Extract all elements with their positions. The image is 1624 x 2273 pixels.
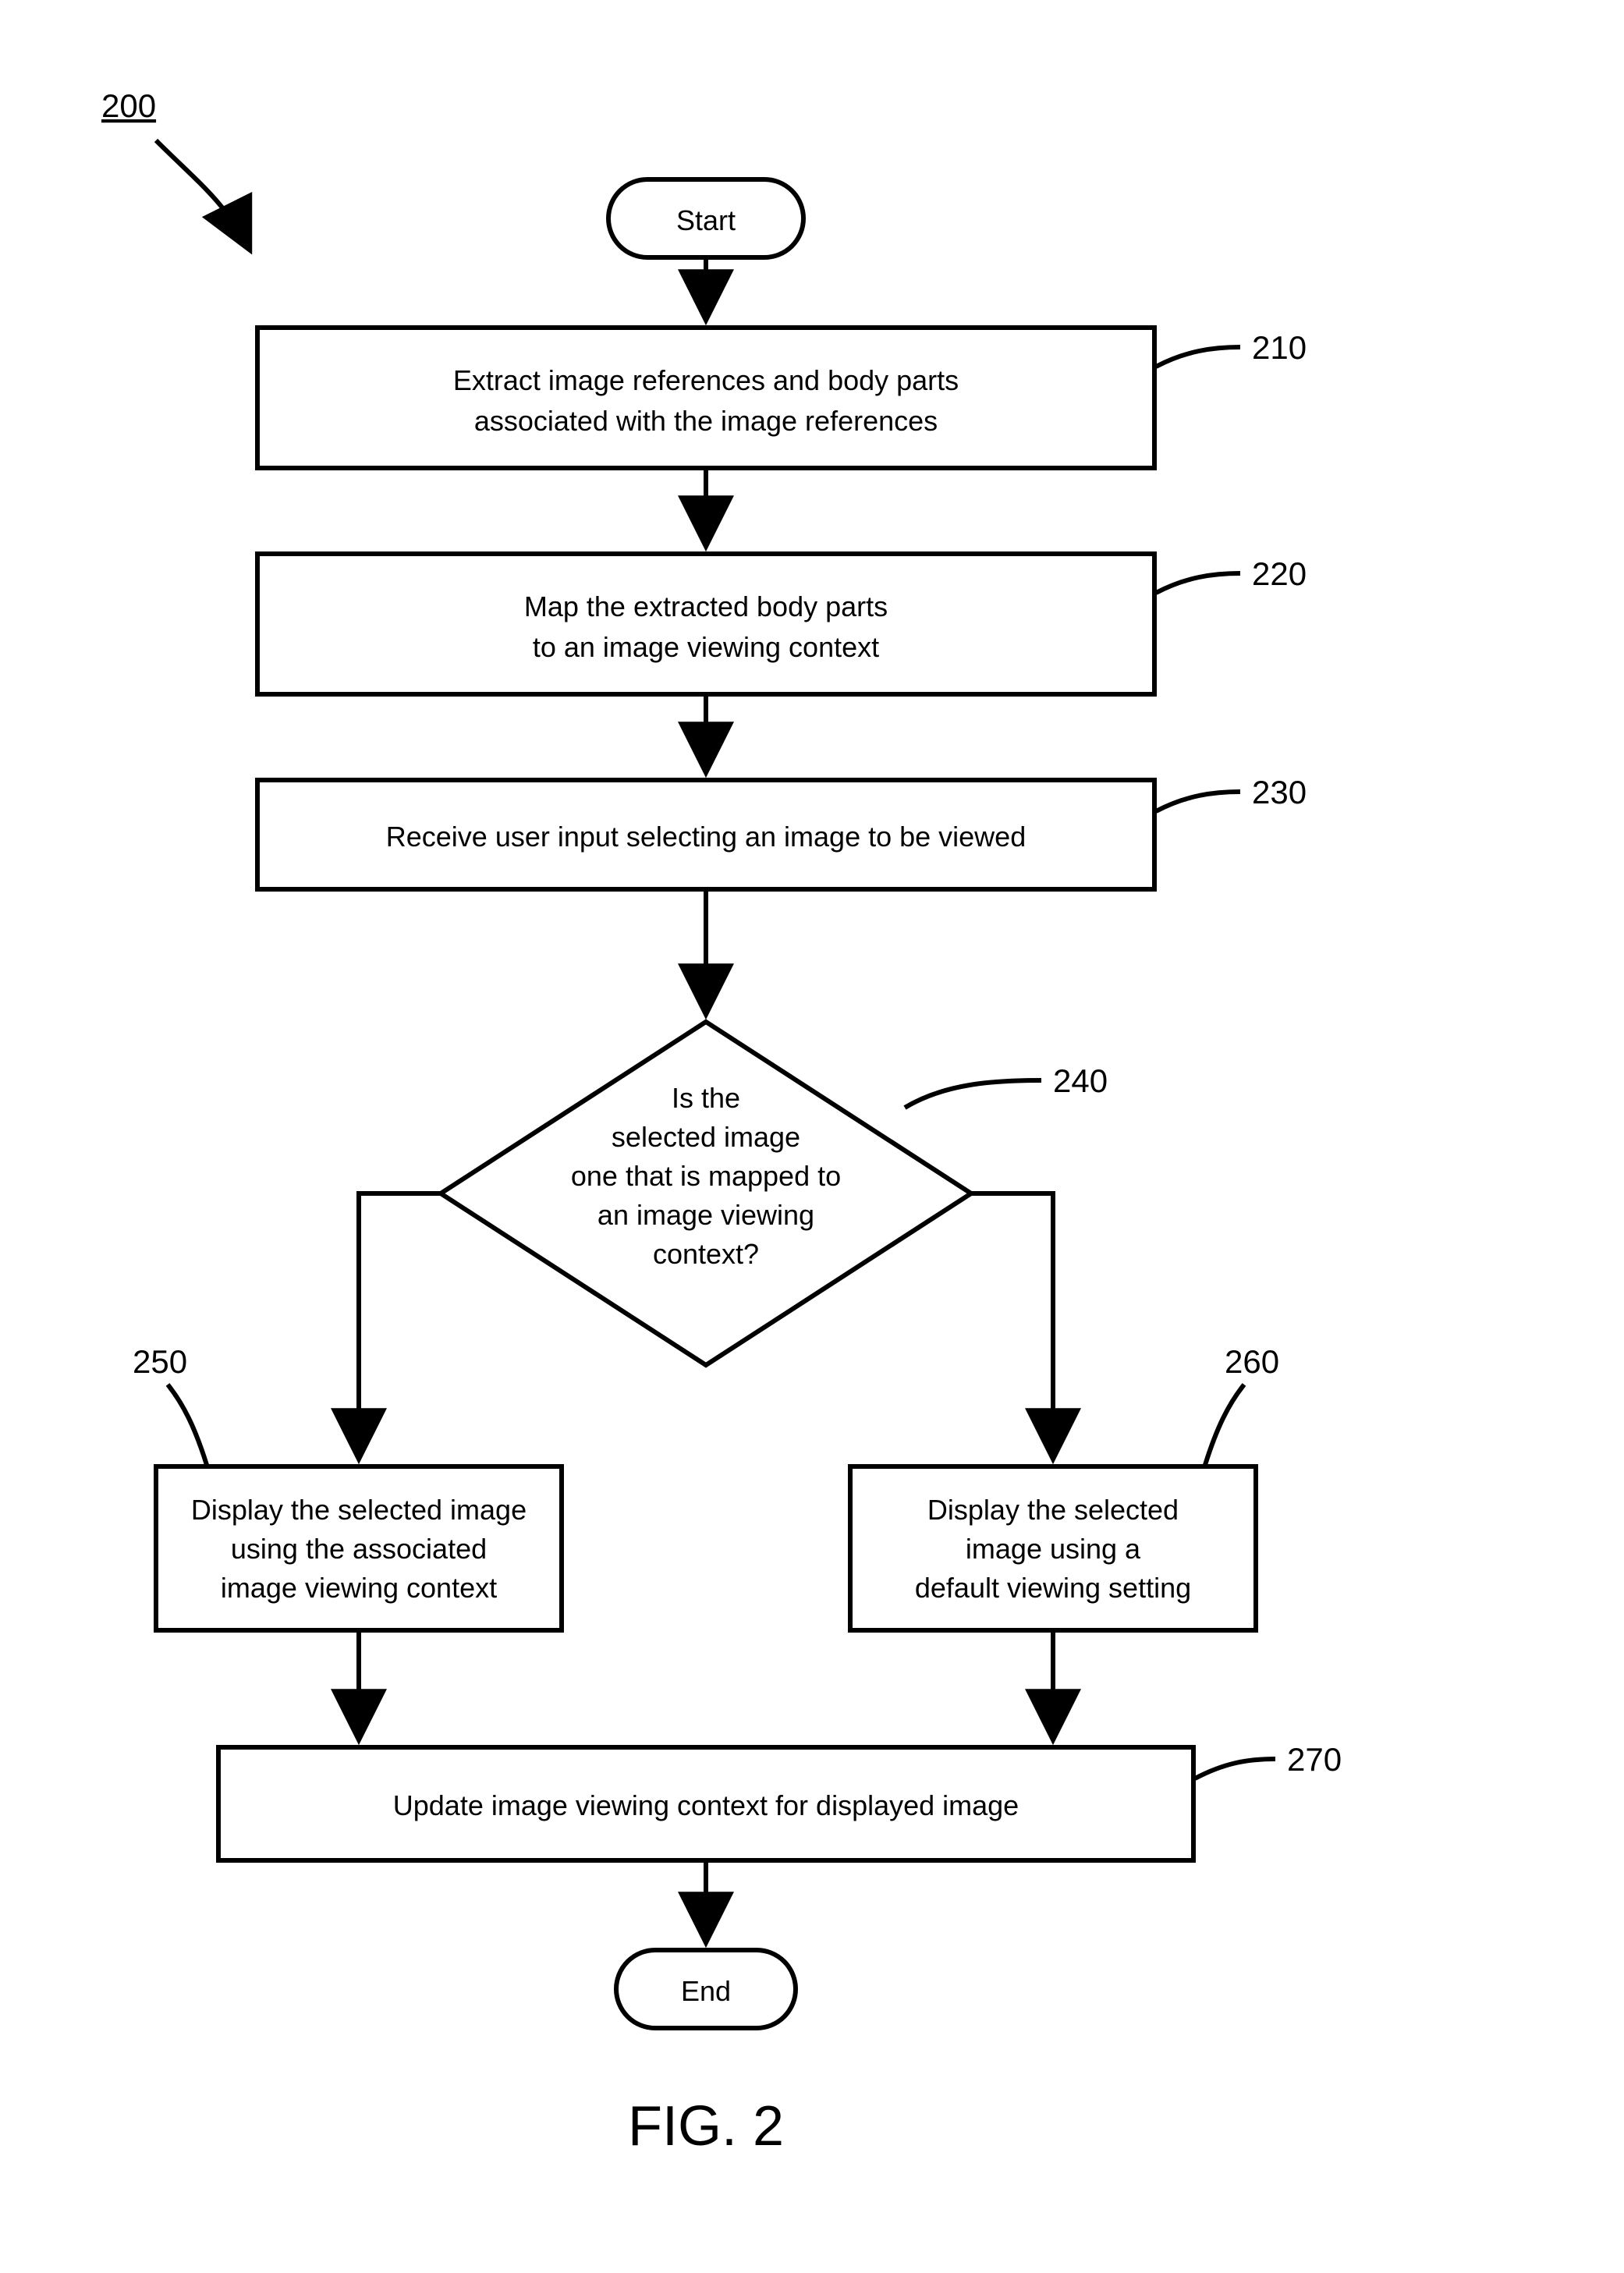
- decision-240-line2: selected image: [612, 1121, 800, 1153]
- process-210-line2: associated with the image references: [474, 405, 938, 437]
- ref-210: 210: [1252, 329, 1307, 366]
- process-210: Extract image references and body parts …: [257, 328, 1154, 468]
- process-260-line1: Display the selected: [927, 1494, 1179, 1526]
- process-250-line2: using the associated: [231, 1533, 487, 1565]
- process-260: Display the selected image using a defau…: [850, 1466, 1256, 1630]
- leader-250: [168, 1385, 207, 1465]
- leader-220: [1156, 573, 1240, 593]
- figure-caption: FIG. 2: [628, 2095, 784, 2158]
- end-label: End: [681, 1975, 731, 2007]
- flowchart-diagram: 200 Start Extract image references and b…: [0, 0, 1624, 2273]
- ref-250: 250: [133, 1343, 187, 1380]
- leader-260: [1205, 1385, 1244, 1465]
- ref-240: 240: [1053, 1062, 1108, 1099]
- process-260-line3: default viewing setting: [915, 1572, 1191, 1604]
- process-220-line2: to an image viewing context: [533, 631, 879, 663]
- arrow-240-260: [971, 1193, 1053, 1459]
- decision-240-line3: one that is mapped to: [571, 1160, 841, 1192]
- decision-240: Is the selected image one that is mapped…: [441, 1022, 971, 1365]
- figure-ref-label: 200: [101, 87, 156, 124]
- process-270-line1: Update image viewing context for display…: [393, 1789, 1019, 1821]
- decision-240-line4: an image viewing: [597, 1199, 814, 1231]
- decision-240-line1: Is the: [672, 1082, 740, 1114]
- terminator-end: End: [616, 1950, 796, 2028]
- figure-ref-pointer: [156, 140, 250, 250]
- ref-260: 260: [1225, 1343, 1279, 1380]
- leader-270: [1195, 1759, 1275, 1778]
- start-label: Start: [676, 204, 736, 236]
- leader-230: [1156, 792, 1240, 811]
- process-210-line1: Extract image references and body parts: [453, 364, 959, 396]
- ref-220: 220: [1252, 555, 1307, 592]
- leader-210: [1156, 347, 1240, 367]
- process-220-line1: Map the extracted body parts: [524, 590, 888, 622]
- process-270: Update image viewing context for display…: [218, 1747, 1193, 1860]
- process-230-line1: Receive user input selecting an image to…: [386, 821, 1026, 853]
- process-250-line3: image viewing context: [221, 1572, 497, 1604]
- process-230: Receive user input selecting an image to…: [257, 780, 1154, 889]
- process-260-line2: image using a: [966, 1533, 1141, 1565]
- ref-270: 270: [1287, 1741, 1342, 1778]
- process-250: Display the selected image using the ass…: [156, 1466, 562, 1630]
- process-220: Map the extracted body parts to an image…: [257, 554, 1154, 694]
- process-250-line1: Display the selected image: [191, 1494, 527, 1526]
- decision-240-line5: context?: [653, 1238, 759, 1270]
- leader-240: [905, 1080, 1041, 1108]
- arrow-240-250: [359, 1193, 441, 1459]
- ref-230: 230: [1252, 774, 1307, 810]
- terminator-start: Start: [608, 179, 803, 257]
